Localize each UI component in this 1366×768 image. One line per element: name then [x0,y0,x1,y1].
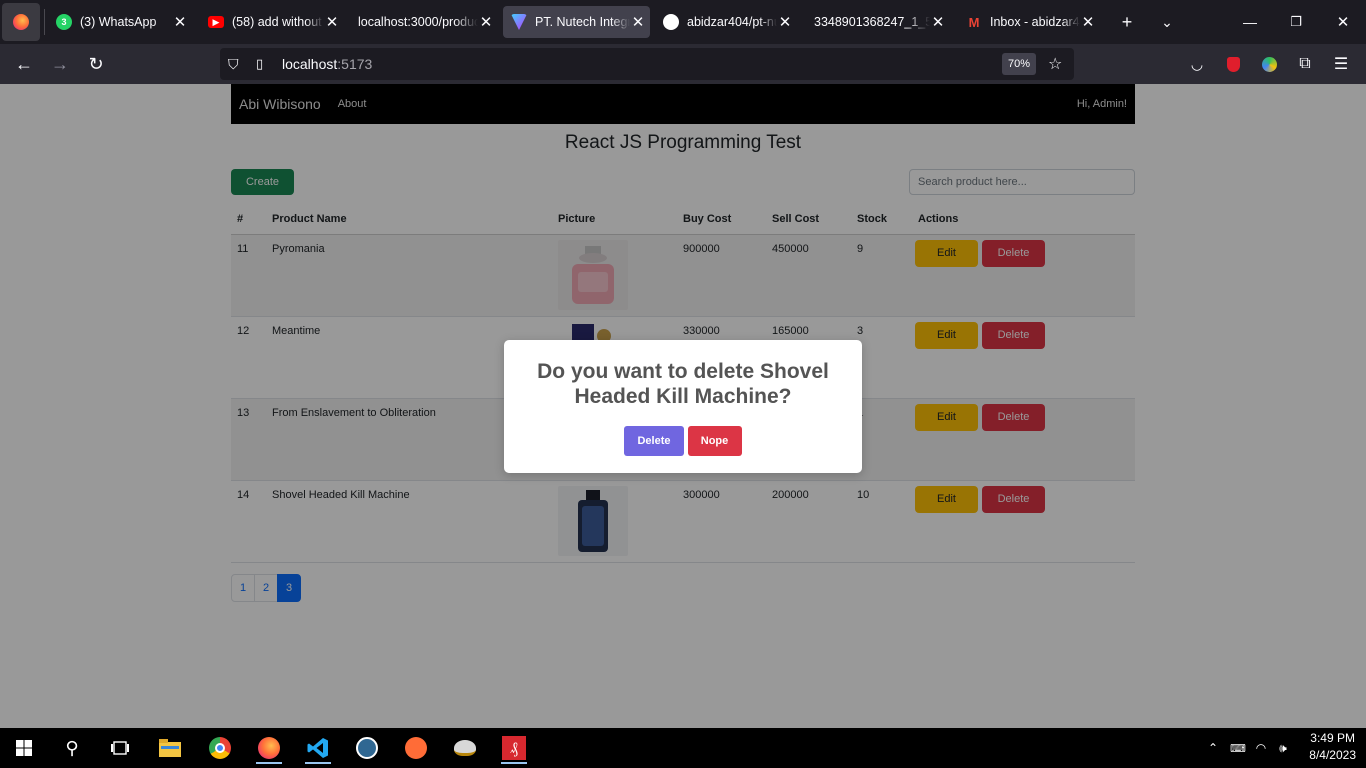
close-tab-icon[interactable]: ✕ [777,14,793,31]
tab-gmail[interactable]: M Inbox - abidzar404@gmail.com ✕ [958,6,1100,38]
whatsapp-icon: 3 [56,14,72,30]
new-tab-icon[interactable]: + [1111,6,1143,38]
browser-nav-bar: ← → ↻ ⛉ ▯ localhost:5173 70% ☆ ◡ ⧉ ☰ [0,44,1366,84]
page-viewport: Abi Wibisono About Hi, Admin! React JS P… [0,84,1366,728]
pgadmin-icon[interactable] [350,732,384,764]
dialog-actions: Delete Nope [504,426,862,456]
vite-icon [511,14,527,30]
close-tab-icon[interactable]: ✕ [1080,14,1096,31]
task-view-icon[interactable] [103,732,137,764]
file-explorer-icon[interactable] [153,732,187,764]
tab-title: 3348901368247_1_500x500 [814,15,930,29]
running-indicator [305,762,331,764]
adblock-extension-icon[interactable] [1217,48,1249,80]
tab-nutech[interactable]: PT. Nutech Integrasi ✕ [503,6,650,38]
reload-icon[interactable]: ↻ [80,48,112,80]
tab-title: Inbox - abidzar404@gmail.com [990,15,1080,29]
volume-icon[interactable]: 🕪 [1272,741,1294,756]
wifi-icon[interactable]: ◠ [1250,741,1272,755]
zoom-level[interactable]: 70% [1002,53,1036,75]
pocket-icon[interactable]: ◡ [1181,48,1213,80]
extensions-puzzle-icon[interactable]: ⧉ [1289,48,1321,80]
tab-whatsapp[interactable]: 3 (3) WhatsApp ✕ [48,6,192,38]
running-indicator [256,762,282,764]
dialog-title: Do you want to delete Shovel Headed Kill… [537,360,829,408]
menu-hamburger-icon[interactable]: ☰ [1325,48,1357,80]
extension-icon[interactable] [1253,48,1285,80]
tab-image[interactable]: 3348901368247_1_500x500 ✕ [806,6,950,38]
close-tab-icon[interactable]: ✕ [630,14,646,31]
close-tab-icon[interactable]: ✕ [478,14,494,31]
page-info-icon[interactable]: ▯ [256,56,263,72]
confirm-delete-button[interactable]: Delete [624,426,684,456]
dbeaver-icon[interactable] [448,732,482,764]
windows-taskbar: ⚲ ₰ ⌃ ⌨ ◠ 🕪 3:49 PM 8/4/2023 [0,728,1366,768]
minimize-window-icon[interactable]: — [1234,6,1266,38]
chrome-icon[interactable] [203,732,237,764]
close-window-icon[interactable]: ✕ [1327,6,1359,38]
address-bar[interactable]: ⛉ ▯ localhost:5173 70% ☆ [220,48,1074,80]
shield-icon[interactable]: ⛉ [228,56,239,73]
tab-title: abidzar404/pt-nutech [687,15,777,29]
clock-time: 3:49 PM [1310,731,1355,745]
taskbar-clock[interactable]: 3:49 PM 8/4/2023 [1309,730,1356,764]
search-icon[interactable]: ⚲ [55,732,89,764]
gmail-icon: M [968,14,980,30]
tab-github[interactable]: abidzar404/pt-nutech ✕ [655,6,797,38]
tab-title: localhost:3000/products [358,15,478,29]
restore-window-icon[interactable]: ❐ [1280,6,1312,38]
tab-title: PT. Nutech Integrasi [535,15,630,29]
postman-icon[interactable] [399,732,433,764]
close-tab-icon[interactable]: ✕ [172,14,188,31]
tab-youtube[interactable]: ▶ (58) add without refresh ✕ [200,6,344,38]
cancel-button[interactable]: Nope [687,426,742,456]
tab-separator [44,9,45,35]
firefox-view-button[interactable] [2,3,40,41]
list-tabs-icon[interactable]: ⌄ [1151,6,1183,38]
firefox-icon [13,14,29,30]
github-icon [663,14,679,30]
youtube-icon: ▶ [208,16,224,28]
system-tray: ⌃ ⌨ ◠ 🕪 [1204,728,1294,768]
app-icon-red[interactable]: ₰ [497,732,531,764]
close-tab-icon[interactable]: ✕ [324,14,340,31]
delete-confirm-dialog: Do you want to delete Shovel Headed Kill… [504,340,862,473]
close-tab-icon[interactable]: ✕ [930,14,946,31]
tab-title: (3) WhatsApp [80,15,157,29]
clock-date: 8/4/2023 [1309,748,1356,762]
back-icon[interactable]: ← [8,48,40,80]
firefox-taskbar-icon[interactable] [252,732,286,764]
tab-localhost-3000[interactable]: localhost:3000/products ✕ [350,6,498,38]
vscode-icon[interactable] [301,732,335,764]
forward-icon[interactable]: → [44,48,76,80]
show-hidden-icons-icon[interactable]: ⌃ [1204,741,1222,755]
windows-start-icon[interactable] [7,732,41,764]
running-indicator [501,762,527,764]
tab-title: (58) add without refresh [232,15,324,29]
url-text: localhost:5173 [282,56,373,72]
keyboard-icon[interactable]: ⌨ [1226,742,1250,755]
bookmark-star-icon[interactable]: ☆ [1048,54,1062,74]
